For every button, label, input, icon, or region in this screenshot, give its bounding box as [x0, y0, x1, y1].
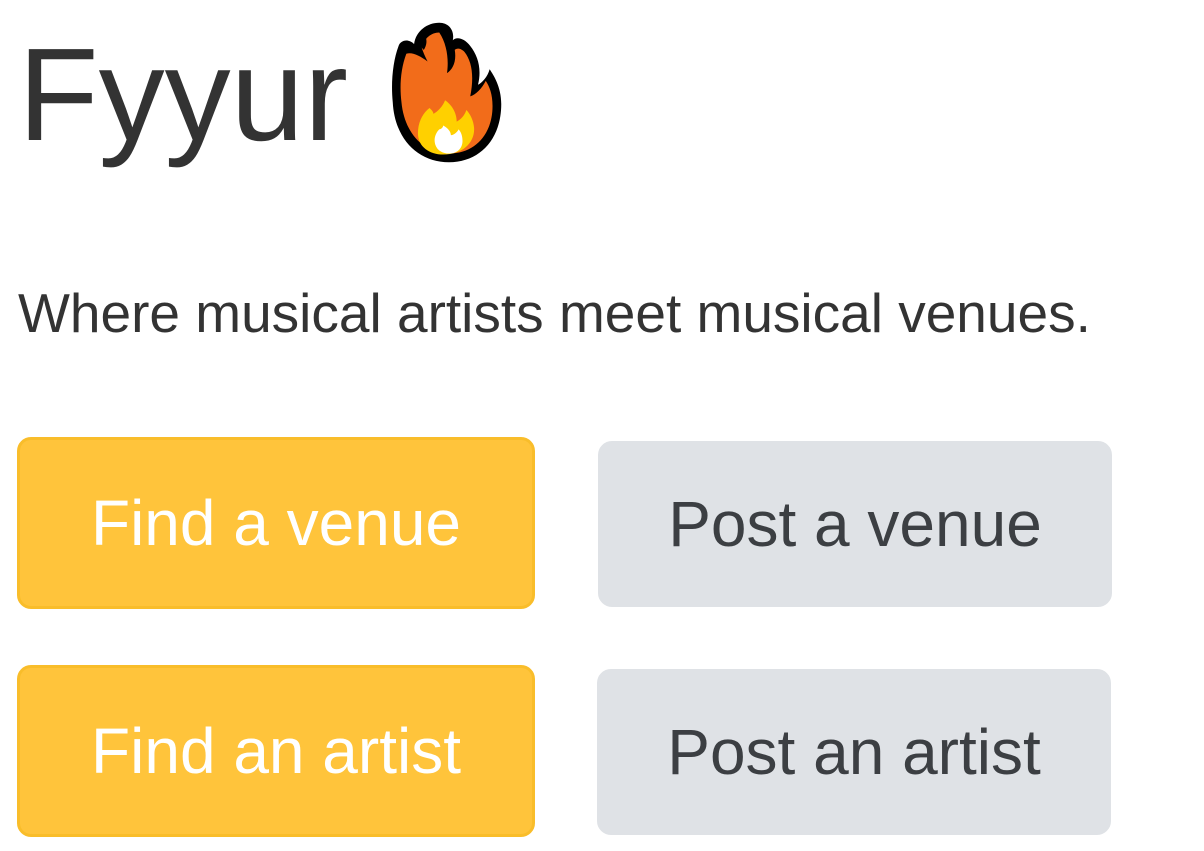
home-page: Fyyur Where musical artists meet musical… [0, 0, 1204, 851]
post-venue-button[interactable]: Post a venue [598, 441, 1112, 607]
tagline: Where musical artists meet musical venue… [18, 282, 1091, 344]
app-title: Fyyur [18, 21, 348, 168]
find-artist-button[interactable]: Find an artist [17, 665, 535, 837]
fire-icon [388, 15, 506, 170]
post-artist-button[interactable]: Post an artist [597, 669, 1111, 835]
find-venue-button[interactable]: Find a venue [17, 437, 535, 609]
title-row: Fyyur [18, 10, 506, 180]
